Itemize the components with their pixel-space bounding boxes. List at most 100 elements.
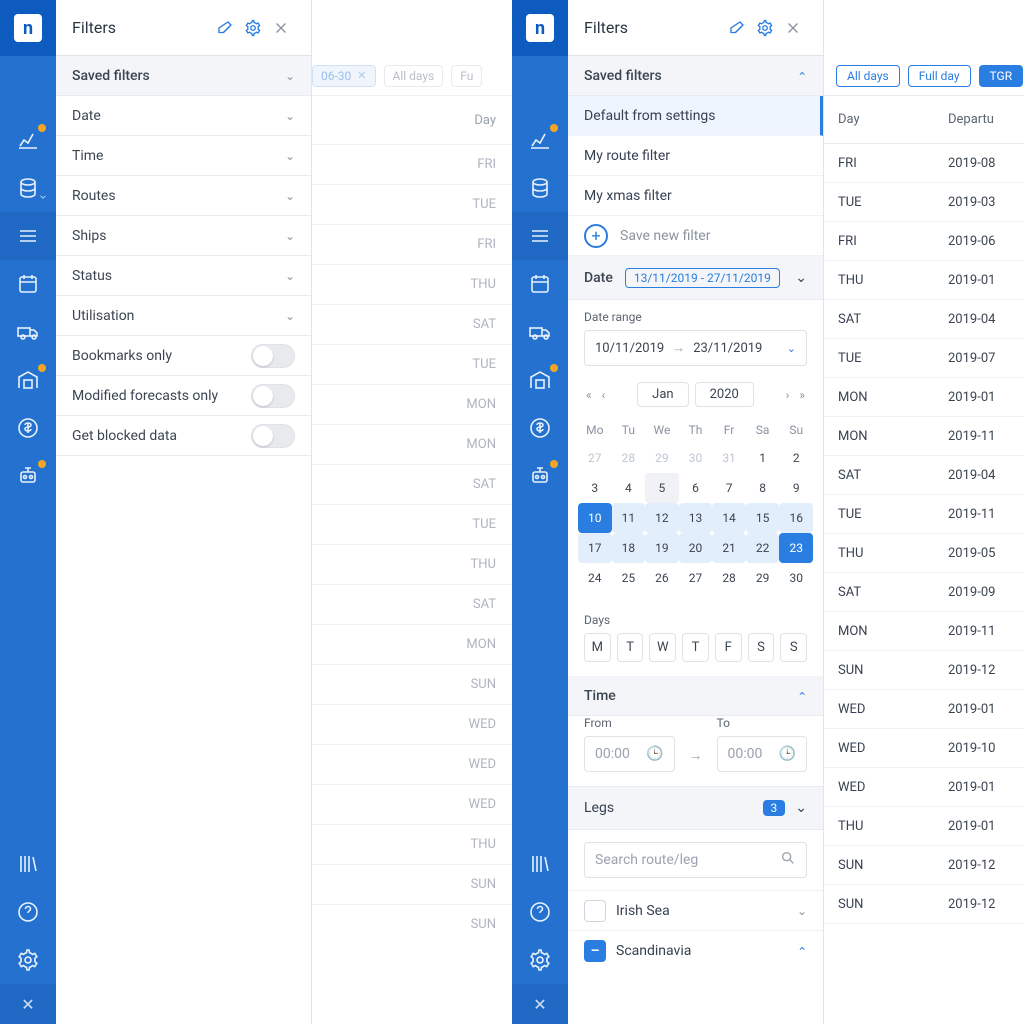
legs-section-header[interactable]: Legs 3 ⌄ (568, 786, 823, 830)
table-row[interactable]: FRI2019-08 (824, 144, 1024, 183)
toggle-bookmarks-only[interactable]: Bookmarks only (56, 336, 311, 376)
calendar-day[interactable]: 20 (679, 533, 713, 563)
saved-filter-item[interactable]: My route filter (568, 136, 823, 176)
year-next-icon[interactable]: » (797, 388, 807, 402)
calendar-day[interactable]: 24 (578, 563, 612, 593)
calendar-day[interactable]: 25 (612, 563, 646, 593)
eraser-icon[interactable] (723, 14, 751, 42)
saved-filter-item[interactable]: My xmas filter (568, 176, 823, 216)
calendar-day[interactable]: 4 (612, 473, 646, 503)
date-section-header[interactable]: Date 13/11/2019 - 27/11/2019 ⌄ (568, 256, 823, 300)
calendar-day[interactable]: 27 (578, 443, 612, 473)
toggle-get-blocked-data[interactable]: Get blocked data (56, 416, 311, 456)
chip-full[interactable]: Fu (451, 65, 482, 87)
toggle-switch[interactable] (251, 424, 295, 448)
day-filter-btn[interactable]: T (682, 633, 709, 662)
table-row[interactable]: THU2019-01 (824, 261, 1024, 300)
calendar-day[interactable]: 28 (612, 443, 646, 473)
table-row[interactable]: FRI2019-06 (824, 222, 1024, 261)
table-row[interactable]: THU2019-05 (824, 534, 1024, 573)
nav-pricing[interactable] (0, 404, 56, 452)
nav-menu[interactable] (0, 212, 56, 260)
nav-help[interactable] (512, 888, 568, 936)
search-leg-input[interactable]: Search route/leg (584, 842, 807, 878)
checkbox[interactable]: – (584, 940, 606, 962)
calendar-day[interactable]: 21 (712, 533, 746, 563)
calendar-day[interactable]: 5 (645, 473, 679, 503)
table-row[interactable]: MON2019-01 (824, 378, 1024, 417)
leg-item[interactable]: –Scandinavia⌄ (568, 930, 823, 970)
day-filter-btn[interactable]: W (649, 633, 676, 662)
section-status[interactable]: Status⌄ (56, 256, 311, 296)
nav-analytics[interactable] (0, 116, 56, 164)
date-chip[interactable]: 13/11/2019 - 27/11/2019 (625, 268, 780, 288)
nav-library[interactable] (0, 840, 56, 888)
calendar-day[interactable]: 19 (645, 533, 679, 563)
calendar-day[interactable]: 3 (578, 473, 612, 503)
time-to-input[interactable]: 00:00🕒 (717, 736, 808, 772)
calendar-day[interactable]: 15 (746, 503, 780, 533)
time-section-header[interactable]: Time⌄ (568, 676, 823, 716)
chevron-icon[interactable]: ⌄ (797, 904, 807, 918)
section-routes[interactable]: Routes⌄ (56, 176, 311, 216)
calendar-day[interactable]: 12 (645, 503, 679, 533)
rail-collapse[interactable]: ✕ (512, 984, 568, 1024)
day-filter-btn[interactable]: S (780, 633, 807, 662)
time-from-input[interactable]: 00:00🕒 (584, 736, 675, 772)
table-row[interactable]: MON2019-11 (824, 417, 1024, 456)
month-next-icon[interactable]: › (784, 388, 792, 402)
section-ships[interactable]: Ships⌄ (56, 216, 311, 256)
table-row[interactable]: TUE2019-03 (824, 183, 1024, 222)
saved-filter-item[interactable]: Default from settings (568, 96, 823, 136)
day-filter-btn[interactable]: F (715, 633, 742, 662)
calendar-day[interactable]: 29 (746, 563, 780, 593)
chip-alldays[interactable]: All days (384, 65, 444, 87)
nav-bot[interactable] (512, 452, 568, 500)
nav-warehouse[interactable] (512, 356, 568, 404)
chip-date[interactable]: 06-30✕ (312, 65, 376, 87)
table-row[interactable]: SAT2019-09 (824, 573, 1024, 612)
nav-warehouse[interactable] (0, 356, 56, 404)
calendar-day[interactable]: 29 (645, 443, 679, 473)
nav-data[interactable] (512, 164, 568, 212)
calendar-day[interactable]: 11 (612, 503, 646, 533)
nav-menu[interactable] (512, 212, 568, 260)
leg-item[interactable]: Irish Sea⌄ (568, 890, 823, 930)
table-row[interactable]: TUE2019-11 (824, 495, 1024, 534)
section-saved-filters[interactable]: Saved filters⌄ (56, 56, 311, 96)
calendar-day[interactable]: 2 (779, 443, 813, 473)
day-filter-btn[interactable]: M (584, 633, 611, 662)
calendar-day[interactable]: 1 (746, 443, 780, 473)
calendar-day[interactable]: 7 (712, 473, 746, 503)
calendar-day[interactable]: 27 (679, 563, 713, 593)
year-select[interactable]: 2020 (695, 382, 754, 407)
chevron-icon[interactable]: ⌄ (797, 944, 807, 958)
table-row[interactable]: SUN2019-12 (824, 651, 1024, 690)
eraser-icon[interactable] (211, 14, 239, 42)
calendar-day[interactable]: 14 (712, 503, 746, 533)
gear-icon[interactable] (751, 14, 779, 42)
chip-tgr[interactable]: TGR (979, 65, 1024, 87)
nav-truck[interactable] (512, 308, 568, 356)
toggle-switch[interactable] (251, 384, 295, 408)
section-time[interactable]: Time⌄ (56, 136, 311, 176)
table-row[interactable]: WED2019-10 (824, 729, 1024, 768)
nav-truck[interactable] (0, 308, 56, 356)
table-row[interactable]: MON2019-11 (824, 612, 1024, 651)
table-row[interactable]: SUN2019-12 (824, 846, 1024, 885)
month-select[interactable]: Jan (637, 382, 688, 407)
calendar-day[interactable]: 16 (779, 503, 813, 533)
calendar-day[interactable]: 10 (578, 503, 612, 533)
table-row[interactable]: THU2019-01 (824, 807, 1024, 846)
section-utilisation[interactable]: Utilisation⌄ (56, 296, 311, 336)
saved-filters-header[interactable]: Saved filters⌄ (568, 56, 823, 96)
nav-calendar[interactable] (512, 260, 568, 308)
table-row[interactable]: WED2019-01 (824, 690, 1024, 729)
nav-bot[interactable] (0, 452, 56, 500)
date-range-input[interactable]: 10/11/2019 → 23/11/2019 ⌄ (584, 330, 807, 366)
nav-library[interactable] (512, 840, 568, 888)
rail-collapse[interactable]: ✕ (0, 984, 56, 1024)
nav-data[interactable] (0, 164, 56, 212)
calendar-day[interactable]: 30 (779, 563, 813, 593)
chip-alldays[interactable]: All days (836, 65, 900, 87)
